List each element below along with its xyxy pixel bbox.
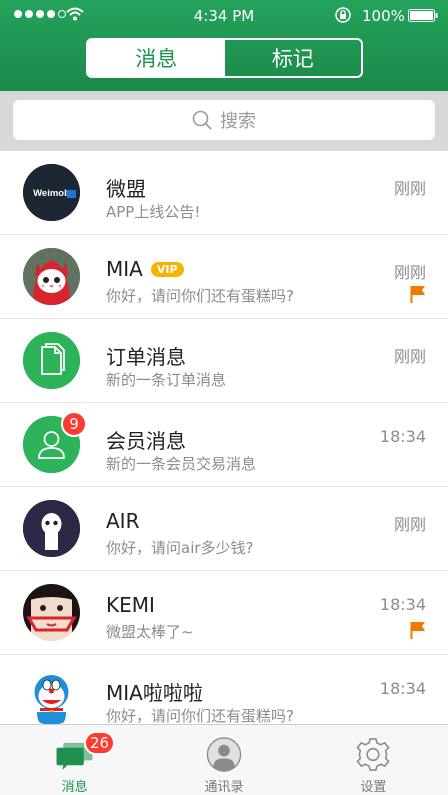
- contact-name: KEMI: [106, 593, 155, 617]
- message-preview: 你好，请问你们还有蛋糕吗?: [106, 707, 294, 724]
- contact-name: 微盟: [106, 177, 146, 201]
- flag-icon[interactable]: [410, 285, 426, 303]
- message-time: 18:34: [379, 595, 426, 614]
- message-time: 18:34: [379, 427, 426, 446]
- message-time: 刚刚: [393, 515, 426, 534]
- cat-avatar: [23, 248, 80, 305]
- search-placeholder: 搜索: [220, 111, 256, 132]
- tab-unread-badge: 26: [84, 731, 116, 755]
- battery-icon: [408, 9, 438, 22]
- contact-name: 订单消息: [106, 345, 186, 369]
- message-preview: 你好，请问air多少钱?: [106, 539, 254, 557]
- bottom-tab-bar: 26 消息 通讯录 设置: [0, 724, 448, 795]
- message-preview: 新的一条订单消息: [106, 371, 227, 389]
- message-row-kemi[interactable]: KEMI 微盟太棒了~ 18:34: [0, 571, 448, 655]
- tabbar-item-contacts[interactable]: 通讯录: [149, 725, 298, 795]
- segmented-control: 消息 标记: [86, 38, 363, 78]
- message-row-orders[interactable]: 订单消息 新的一条订单消息 刚刚: [0, 319, 448, 403]
- tabbar-item-messages[interactable]: 26 消息: [0, 725, 149, 795]
- tabbar-label: 设置: [360, 780, 387, 795]
- weimob-logo: Weimob: [23, 164, 80, 221]
- rotation-lock-icon: [335, 7, 351, 23]
- search-icon: [192, 110, 212, 130]
- message-time: 18:34: [379, 679, 426, 698]
- unread-count-badge: 9: [61, 411, 87, 437]
- message-time: 刚刚: [393, 347, 426, 366]
- status-bar: 4:34 PM 100%: [0, 0, 448, 30]
- message-time: 刚刚: [393, 179, 426, 198]
- tab-marked[interactable]: 标记: [225, 40, 362, 76]
- message-preview: APP上线公告!: [106, 203, 201, 221]
- message-time: 刚刚: [393, 263, 426, 282]
- tabbar-label: 消息: [61, 780, 88, 795]
- contact-name: MIA VIP: [106, 257, 184, 281]
- doraemon-avatar: [23, 668, 80, 724]
- message-preview: 微盟太棒了~: [106, 623, 194, 641]
- document-icon: [23, 332, 80, 389]
- contacts-icon: [206, 737, 242, 772]
- battery-percentage: 100%: [362, 7, 405, 25]
- flag-icon[interactable]: [410, 621, 426, 639]
- contact-name: MIA啦啦啦: [106, 681, 203, 705]
- search-area: 搜索: [0, 91, 448, 151]
- message-row-mia-lalala[interactable]: MIA啦啦啦 你好，请问你们还有蛋糕吗? 18:34: [0, 655, 448, 724]
- gear-icon: [356, 738, 390, 771]
- tabbar-item-settings[interactable]: 设置: [299, 725, 448, 795]
- top-header: 4:34 PM 100% 消息 标记: [0, 0, 448, 91]
- message-row-members[interactable]: 9 会员消息 新的一条会员交易消息 18:34: [0, 403, 448, 487]
- message-row-weimob[interactable]: Weimob 微盟 APP上线公告! 刚刚: [0, 151, 448, 235]
- contact-name: 会员消息: [106, 429, 186, 453]
- message-preview: 你好，请问你们还有蛋糕吗?: [106, 287, 294, 305]
- girl-avatar: [23, 584, 80, 641]
- vip-badge: VIP: [150, 261, 184, 277]
- tab-messages[interactable]: 消息: [88, 40, 225, 76]
- tabbar-label: 通讯录: [204, 780, 244, 795]
- ghost-avatar: [23, 500, 80, 557]
- contact-name: AIR: [106, 509, 140, 533]
- message-row-mia[interactable]: MIA VIP 你好，请问你们还有蛋糕吗? 刚刚: [0, 235, 448, 319]
- message-row-air[interactable]: AIR 你好，请问air多少钱? 刚刚: [0, 487, 448, 571]
- search-input[interactable]: 搜索: [13, 100, 435, 140]
- message-list: Weimob 微盟 APP上线公告! 刚刚 MIA VIP 你好，请问你们还有蛋…: [0, 151, 448, 724]
- svg-text:Weimob: Weimob: [33, 188, 70, 199]
- message-preview: 新的一条会员交易消息: [106, 455, 257, 473]
